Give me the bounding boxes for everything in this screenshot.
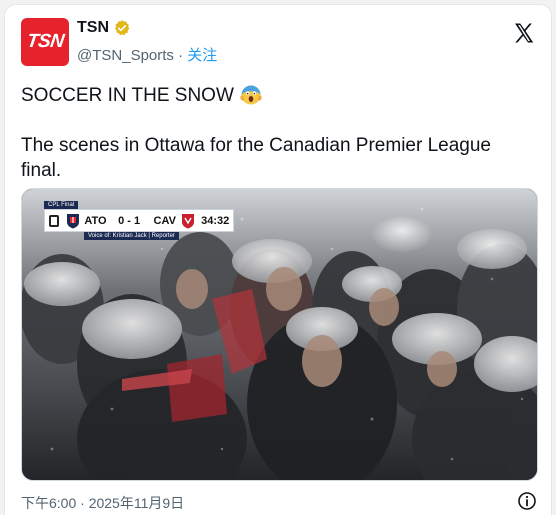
author-handle-row: @TSN_Sports · 关注 (77, 44, 217, 65)
video-media[interactable]: CPL Final ATO 0 - 1 CAV 34:32 Voice of: … (21, 188, 538, 481)
away-crest (180, 210, 198, 231)
tweet-line-2: The scenes in Ottawa for the Canadian Pr… (21, 135, 491, 181)
home-team: ATO (84, 214, 107, 227)
author-name-row: TSN (77, 19, 131, 37)
commentator-label: Voice of: Kristian Jack | Reporter (84, 232, 179, 240)
tweet-line-1: SOCCER IN THE SNOW (21, 83, 531, 108)
scorebug-label: CPL Final (44, 201, 79, 209)
tweet-text: SOCCER IN THE SNOW The scenes in Ottawa … (21, 83, 531, 183)
timestamp-separator: · (80, 495, 85, 511)
author-avatar[interactable]: TSN (21, 18, 69, 66)
cavalry-crest-icon (182, 213, 195, 228)
follow-button[interactable]: 关注 (187, 47, 217, 64)
tweet-time: 下午6:00 (21, 495, 77, 511)
league-logo (45, 210, 63, 231)
atletico-ottawa-crest-icon (66, 213, 79, 228)
match-clock: 34:32 (201, 214, 230, 227)
tweet-date: 2025年11月9日 (88, 495, 185, 511)
score: 0 - 1 (118, 214, 141, 227)
cpl-logo-icon (48, 214, 59, 227)
screaming-face-icon (239, 83, 263, 105)
tsn-logo: TSN (25, 31, 65, 52)
author-name[interactable]: TSN (77, 19, 109, 37)
tweet-card: TSN TSN @TSN_Sports · 关注 SOCCER IN THE S… (4, 4, 552, 515)
handle-separator: · (178, 47, 184, 64)
author-handle[interactable]: @TSN_Sports (77, 47, 174, 64)
home-crest (63, 210, 83, 231)
tweet-timestamp[interactable]: 下午6:00 · 2025年11月9日 (21, 493, 184, 513)
x-logo-icon[interactable] (512, 21, 536, 45)
verified-badge-icon (115, 20, 130, 36)
info-icon[interactable] (517, 491, 537, 511)
away-team: CAV (153, 214, 176, 227)
scorebug: ATO 0 - 1 CAV 34:32 (44, 209, 234, 232)
